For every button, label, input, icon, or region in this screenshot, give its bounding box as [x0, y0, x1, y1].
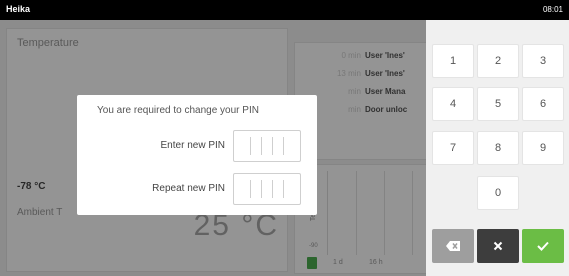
confirm-button[interactable]	[522, 229, 564, 263]
clock: 08:01	[542, 5, 563, 14]
status-bar: Heika 08:01	[0, 0, 569, 20]
backspace-button[interactable]	[432, 229, 474, 263]
key-5[interactable]: 5	[477, 87, 519, 121]
repeat-pin-input[interactable]	[233, 173, 301, 205]
close-icon	[493, 241, 503, 251]
clear-button[interactable]	[477, 229, 519, 263]
pin-digit-slot	[261, 180, 262, 198]
key-2[interactable]: 2	[477, 44, 519, 78]
key-3[interactable]: 3	[522, 44, 564, 78]
key-0[interactable]: 0	[477, 176, 519, 210]
backspace-icon	[446, 241, 460, 251]
pin-digit-slot	[272, 137, 273, 155]
pin-digit-slot	[261, 137, 262, 155]
repeat-pin-label: Repeat new PIN	[152, 183, 225, 194]
repeat-pin-row: Repeat new PIN	[77, 173, 317, 205]
new-pin-label: Enter new PIN	[160, 140, 225, 151]
pin-digit-slot	[283, 137, 284, 155]
pin-digit-slot	[250, 137, 251, 155]
key-9[interactable]: 9	[522, 131, 564, 165]
numeric-keypad: 1 2 3 4 5 6 7 8 9 0	[426, 20, 569, 276]
checkmark-icon	[537, 241, 549, 251]
dialog-heading: You are required to change your PIN	[97, 105, 259, 116]
key-1[interactable]: 1	[432, 44, 474, 78]
key-6[interactable]: 6	[522, 87, 564, 121]
key-7[interactable]: 7	[432, 131, 474, 165]
pin-digit-slot	[272, 180, 273, 198]
key-4[interactable]: 4	[432, 87, 474, 121]
pin-digit-slot	[250, 180, 251, 198]
current-user: Heika	[6, 4, 31, 14]
pin-digit-slot	[283, 180, 284, 198]
new-pin-row: Enter new PIN	[77, 130, 317, 162]
key-8[interactable]: 8	[477, 131, 519, 165]
new-pin-input[interactable]	[233, 130, 301, 162]
change-pin-dialog: You are required to change your PIN Ente…	[77, 95, 317, 215]
